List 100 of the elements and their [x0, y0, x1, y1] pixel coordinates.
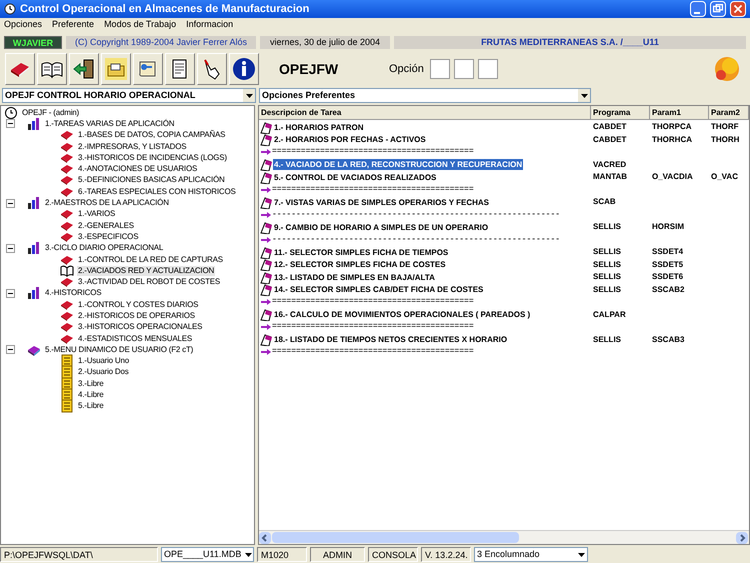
- task-description[interactable]: 14.- SELECTOR SIMPLES CAB/DET FICHA DE COSTES: [273, 284, 484, 296]
- tree-item[interactable]: 1.-TAREAS VARIAS DE APLICACIÓN: [44, 118, 176, 129]
- collapse-icon[interactable]: [6, 244, 15, 253]
- bar-chart-icon: [27, 196, 41, 210]
- collapse-icon[interactable]: [6, 345, 15, 354]
- column-header[interactable]: Param2: [709, 106, 749, 120]
- toolbar-button[interactable]: [197, 53, 227, 85]
- table-cell-text: HORSIM: [651, 221, 685, 234]
- close-button[interactable]: [730, 1, 746, 17]
- column-header[interactable]: Programa: [591, 106, 650, 120]
- task-description[interactable]: 11.- SELECTOR SIMPLES FICHA DE TIEMPOS: [273, 246, 450, 258]
- table-cell-text: O_VACDIA: [651, 171, 694, 184]
- toolbar-button[interactable]: [133, 53, 163, 85]
- tree-item[interactable]: 5.-DEFINICIONES BASICAS APLICACIÓN: [77, 175, 226, 186]
- view-dropdown[interactable]: 3 Encolumnado: [474, 547, 588, 562]
- menu-item[interactable]: Informacion: [186, 18, 234, 32]
- collapse-icon[interactable]: [6, 198, 15, 208]
- tree-item[interactable]: 1.-VARIOS: [77, 209, 116, 220]
- menu-item[interactable]: Opciones: [4, 18, 42, 32]
- collapse-icon[interactable]: [6, 288, 15, 298]
- tree-item[interactable]: 2.-HISTORICOS DE OPERARIOS: [77, 310, 196, 321]
- scrollbar-thumb[interactable]: [272, 532, 519, 543]
- separator-line: ------------------------------------------------------------: [272, 236, 560, 244]
- database-dropdown[interactable]: OPE____U11.MDB: [161, 547, 254, 562]
- table-cell-text: SSCAB3: [651, 334, 686, 346]
- column-header[interactable]: Param1: [650, 106, 709, 120]
- task-description[interactable]: 2.- HORARIOS POR FECHAS - ACTIVOS: [273, 134, 427, 146]
- tree-item[interactable]: 3.-HISTORICOS OPERACIONALES: [77, 322, 204, 332]
- user-label: WJAVIER: [4, 36, 62, 49]
- tree-item[interactable]: 6.-TAREAS ESPECIALES CON HISTORICOS: [77, 186, 237, 197]
- tree-item[interactable]: 4.-ESTADISTICOS MENSUALES: [77, 334, 193, 344]
- tree-item[interactable]: 3.-Libre: [77, 378, 105, 389]
- option-field[interactable]: [478, 59, 498, 79]
- toolbar-button[interactable]: [229, 53, 259, 85]
- collapse-icon[interactable]: [6, 119, 15, 128]
- tree-item[interactable]: 1.-BASES DE DATOS, COPIA CAMPAÑAS: [77, 130, 226, 140]
- task-description[interactable]: 18.- LISTADO DE TIEMPOS NETOS CRECIENTES X HORARIO: [273, 334, 508, 346]
- book-icon: [60, 207, 74, 222]
- table-cell-text: O_VAC: [710, 171, 739, 184]
- arrow-icon: [261, 298, 271, 306]
- tree-item[interactable]: 3.-HISTORICOS DE INCIDENCIAS (LOGS): [77, 152, 228, 163]
- note-icon: [60, 399, 74, 414]
- table-cell-text: THORPCA: [651, 121, 693, 134]
- tree-item[interactable]: 5.-MENU DINAMICO DE USUARIO (F2 cT): [44, 344, 194, 355]
- arrow-icon: [261, 323, 271, 332]
- task-description[interactable]: 1.- HORARIOS PATRON: [273, 122, 364, 133]
- tree-item[interactable]: 2.-VACIADOS RED Y ACTUALIZACION: [77, 266, 216, 276]
- arrow-icon: [261, 148, 271, 156]
- tree-item[interactable]: 3.-CICLO DIARIO OPERACIONAL: [44, 243, 164, 254]
- preferences-dropdown[interactable]: Opciones Preferentes: [259, 88, 591, 103]
- menu-item[interactable]: Modos de Trabajo: [104, 18, 176, 32]
- note-icon: [60, 376, 74, 391]
- option-field[interactable]: [430, 59, 450, 79]
- task-description[interactable]: 5.- CONTROL DE VACIADOS REALIZADOS: [273, 172, 438, 183]
- toolbar-button[interactable]: [101, 53, 131, 85]
- toolbar-button[interactable]: [165, 53, 195, 85]
- tree-item[interactable]: 1.-CONTROL Y COSTES DIARIOS: [77, 300, 200, 310]
- table-cell-text: SELLIS: [592, 246, 622, 258]
- tree-item[interactable]: 3.-ACTIVIDAD DEL ROBOT DE COSTES: [77, 277, 222, 288]
- mode-text: CONSOLA: [368, 547, 418, 562]
- open-book-icon: [60, 264, 74, 278]
- task-description[interactable]: 12.- SELECTOR SIMPLES FICHA DE COSTES: [273, 259, 447, 270]
- book-icon: [60, 173, 74, 188]
- task-description[interactable]: 13.- LISTADO DE SIMPLES EN BAJA/ALTA: [273, 272, 436, 283]
- menu-item[interactable]: Preferente: [52, 18, 94, 32]
- tree-item[interactable]: 4.-ANOTACIONES DE USUARIOS: [77, 164, 198, 174]
- table-cell-text: SELLIS: [592, 258, 622, 271]
- toolbar-button[interactable]: [69, 53, 99, 85]
- task-description[interactable]: 7.- VISTAS VARIAS DE SIMPLES OPERARIOS Y FECHAS: [273, 196, 490, 208]
- tree-item[interactable]: 4.-Libre: [77, 390, 105, 400]
- task-description[interactable]: 4.- VACIADO DE LA RED, RECONSTRUCCION Y RECUPERACION: [273, 159, 524, 170]
- horizontal-scrollbar[interactable]: [259, 530, 749, 544]
- option-field[interactable]: [454, 59, 474, 79]
- maximize-button[interactable]: [710, 1, 726, 17]
- tree-item[interactable]: 2.-MAESTROS DE LA APLICACIÓN: [44, 198, 170, 208]
- tree-item[interactable]: 1.-CONTROL DE LA RED DE CAPTURAS: [77, 254, 224, 264]
- note-icon: [60, 388, 74, 402]
- task-description[interactable]: 9.- CAMBIO DE HORARIO A SIMPLES DE UN OPERARIO: [273, 222, 490, 233]
- minimize-icon: [694, 12, 700, 14]
- separator-line: ==========================================: [272, 323, 474, 332]
- tree-item[interactable]: 2.-Usuario Dos: [77, 367, 130, 378]
- table-cell-text: VACRED: [592, 158, 628, 171]
- table-cell-text: THORHCA: [651, 134, 693, 146]
- module-dropdown[interactable]: OPEJF CONTROL HORARIO OPERACIONAL: [2, 88, 256, 103]
- tree-item[interactable]: 2.-IMPRESORAS, Y LISTADOS: [77, 142, 188, 152]
- column-header[interactable]: Descripcion de Tarea: [259, 106, 591, 120]
- info-icon: [231, 56, 257, 82]
- toolbar-button[interactable]: [37, 53, 67, 85]
- arrow-icon: [261, 210, 271, 219]
- tree-item[interactable]: 4.-HISTORICOS: [44, 288, 102, 298]
- book-icon: [60, 128, 74, 142]
- minimize-button[interactable]: [690, 1, 706, 17]
- tree-item[interactable]: 3.-ESPECIFICOS: [77, 232, 140, 242]
- separator-line: ==========================================: [272, 348, 474, 356]
- task-description[interactable]: 16.- CALCULO DE MOVIMIENTOS OPERACIONALES ( PAREADOS ): [273, 309, 532, 320]
- tree-item[interactable]: 2.-GENERALES: [77, 220, 135, 231]
- tree-item[interactable]: 5.-Libre: [77, 401, 105, 412]
- tree-item[interactable]: 1.-Usuario Uno: [77, 356, 130, 366]
- tree-item[interactable]: OPEJF - (admin): [21, 108, 80, 118]
- bar-chart-icon: [27, 241, 41, 256]
